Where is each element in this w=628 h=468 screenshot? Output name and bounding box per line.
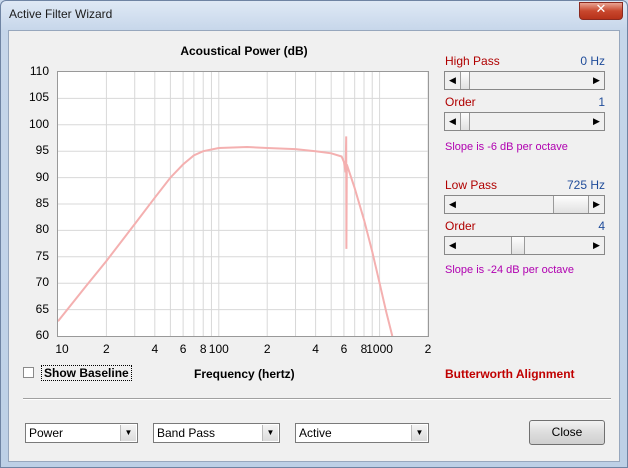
title-bar[interactable]: Active Filter Wizard ✕ (1, 1, 627, 29)
right-arrow-icon[interactable]: ▶ (589, 72, 604, 89)
chart-title: Acoustical Power (dB) (180, 44, 308, 58)
filter-type-select-value: Band Pass (157, 426, 216, 440)
high-pass-order-label: Order (445, 95, 476, 109)
x-tick-label: 4 (151, 342, 159, 356)
y-tick-label: 75 (35, 248, 49, 263)
low-pass-order-thumb[interactable] (511, 237, 525, 254)
left-arrow-icon[interactable]: ◀ (445, 72, 460, 89)
response-chart (58, 72, 428, 336)
low-pass-slope-text: Slope is -24 dB per octave (445, 264, 575, 276)
y-tick-label: 80 (35, 222, 49, 237)
x-tick-label: 6 (179, 342, 187, 356)
low-pass-slider[interactable]: ◀ ▶ (444, 195, 605, 214)
x-tick-label: 1000 (366, 342, 393, 356)
x-tick-label: 2 (424, 342, 432, 356)
left-arrow-icon[interactable]: ◀ (445, 196, 460, 213)
filter-mode-select[interactable]: Active ▼ (295, 423, 429, 443)
x-tick-label: 6 (340, 342, 348, 356)
close-button[interactable]: Close (529, 420, 605, 445)
high-pass-thumb[interactable] (460, 72, 470, 89)
low-pass-label: Low Pass (445, 178, 498, 192)
right-arrow-icon[interactable]: ▶ (589, 196, 604, 213)
window-close-button[interactable]: ✕ (579, 2, 623, 20)
separator (23, 398, 611, 400)
measure-select[interactable]: Power ▼ (25, 423, 138, 443)
filter-mode-select-value: Active (299, 426, 332, 440)
chevron-down-icon[interactable]: ▼ (411, 425, 427, 441)
y-tick-label: 60 (35, 328, 49, 342)
x-tick-label: 4 (312, 342, 319, 356)
low-pass-value: 725 Hz (566, 178, 605, 192)
window-title: Active Filter Wizard (9, 7, 113, 21)
y-tick-label: 70 (35, 275, 49, 290)
response-curve (58, 136, 394, 336)
filter-type-select[interactable]: Band Pass ▼ (153, 423, 280, 443)
x-tick-label: 100 (208, 342, 229, 356)
active-filter-wizard-window: Active Filter Wizard ✕ Acoustical Power … (0, 0, 628, 468)
y-tick-label: 90 (35, 169, 49, 184)
y-tick-label: 105 (28, 90, 49, 105)
low-pass-order-slider[interactable]: ◀ ▶ (444, 236, 605, 255)
left-arrow-icon[interactable]: ◀ (445, 237, 460, 254)
y-tick-label: 110 (29, 64, 49, 78)
show-baseline-checkbox[interactable] (23, 367, 34, 378)
left-arrow-icon[interactable]: ◀ (445, 113, 460, 130)
show-baseline-label[interactable]: Show Baseline (41, 365, 132, 381)
high-pass-order-value: 1 (598, 95, 605, 109)
low-pass-order-label: Order (445, 219, 476, 233)
right-arrow-icon[interactable]: ▶ (589, 237, 604, 254)
x-tick-label: 2 (103, 342, 110, 356)
low-pass-thumb[interactable] (553, 196, 589, 213)
high-pass-order-thumb[interactable] (460, 113, 470, 130)
chevron-down-icon[interactable]: ▼ (262, 425, 278, 441)
chevron-down-icon[interactable]: ▼ (120, 425, 136, 441)
x-axis-title: Frequency (hertz) (194, 367, 295, 381)
y-tick-label: 85 (35, 196, 49, 210)
plot-area (57, 71, 429, 337)
low-pass-order-value: 4 (598, 219, 605, 233)
high-pass-order-slider[interactable]: ◀ ▶ (444, 112, 605, 131)
y-tick-label: 95 (35, 143, 49, 158)
dialog-client-area: Acoustical Power (dB) 110 105 100 95 90 85 80 7… (8, 30, 620, 462)
measure-select-value: Power (29, 426, 64, 440)
x-tick-label: 8 (199, 342, 207, 356)
x-tick-label: 10 (55, 342, 69, 356)
y-tick-label: 100 (28, 116, 49, 131)
high-pass-slope-text: Slope is -6 dB per octave (445, 141, 568, 153)
high-pass-value: 0 Hz (580, 54, 605, 68)
y-tick-label: 65 (35, 301, 49, 316)
high-pass-label: High Pass (445, 54, 500, 68)
high-pass-slider[interactable]: ◀ ▶ (444, 71, 605, 90)
alignment-label: Butterworth Alignment (445, 367, 575, 381)
x-tick-label: 2 (263, 342, 271, 356)
close-icon: ✕ (595, 2, 607, 17)
right-arrow-icon[interactable]: ▶ (589, 113, 604, 130)
